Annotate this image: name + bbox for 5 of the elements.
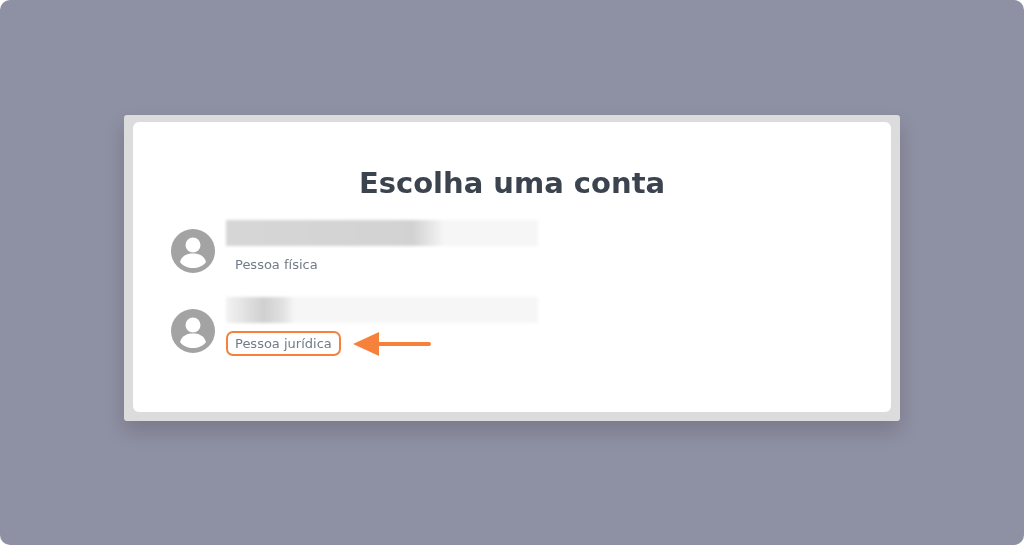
avatar-icon[interactable]: [171, 229, 215, 273]
avatar-icon[interactable]: [171, 308, 215, 353]
account-type[interactable]: Pessoa física: [226, 251, 327, 277]
account-type[interactable]: Pessoa jurídica: [226, 331, 341, 356]
dialog-title: Escolha uma conta: [357, 165, 667, 200]
